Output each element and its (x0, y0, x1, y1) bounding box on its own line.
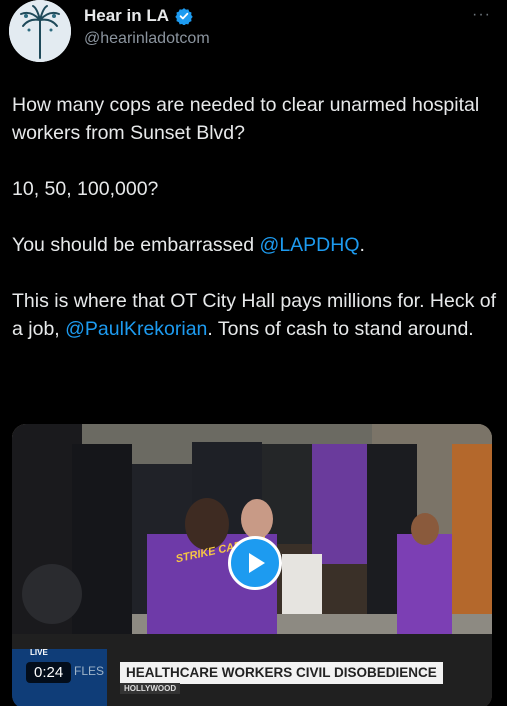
tweet-paragraph-3: You should be embarrassed @LAPDHQ. (12, 231, 497, 259)
video-player[interactable]: STRIKE CAPTAIN LIVE 0:24 FLES HEALTHCARE… (12, 424, 492, 706)
handle[interactable]: @hearinladotcom (84, 30, 210, 48)
tweet-header: Hear in LA @hearinladotcom ··· (0, 0, 507, 70)
tweet-text-span: You should be embarrassed (12, 234, 260, 256)
tweet-paragraph-1: How many cops are needed to clear unarme… (12, 94, 480, 144)
play-icon (249, 553, 265, 573)
tweet-text-span: . (359, 234, 365, 256)
video-duration: 0:24 (26, 662, 72, 683)
name-row: Hear in LA (84, 6, 193, 26)
tweet-text: How many cops are needed to clear unarme… (12, 91, 497, 343)
mention-link-paulkrekorian[interactable]: @PaulKrekorian (65, 318, 207, 340)
tweet-paragraph-2: 10, 50, 100,000? (12, 178, 159, 200)
display-name[interactable]: Hear in LA (84, 6, 169, 26)
mention-link-lapdhq[interactable]: @LAPDHQ (260, 234, 360, 256)
more-options-icon[interactable]: ··· (472, 6, 491, 24)
play-button[interactable] (228, 536, 282, 590)
verified-badge-icon (175, 8, 193, 25)
tweet-text-span: . Tons of cash to stand around. (207, 318, 474, 340)
news-chyron-location: HOLLYWOOD (120, 683, 181, 694)
palm-tree-icon (9, 0, 71, 62)
news-chyron: HEALTHCARE WORKERS CIVIL DISOBEDIENCE (120, 662, 443, 684)
avatar[interactable] (9, 0, 71, 62)
live-tag: LIVE (30, 648, 48, 657)
chyron-left-text: FLES (74, 664, 105, 678)
tweet-paragraph-4: This is where that OT City Hall pays mil… (12, 287, 497, 343)
